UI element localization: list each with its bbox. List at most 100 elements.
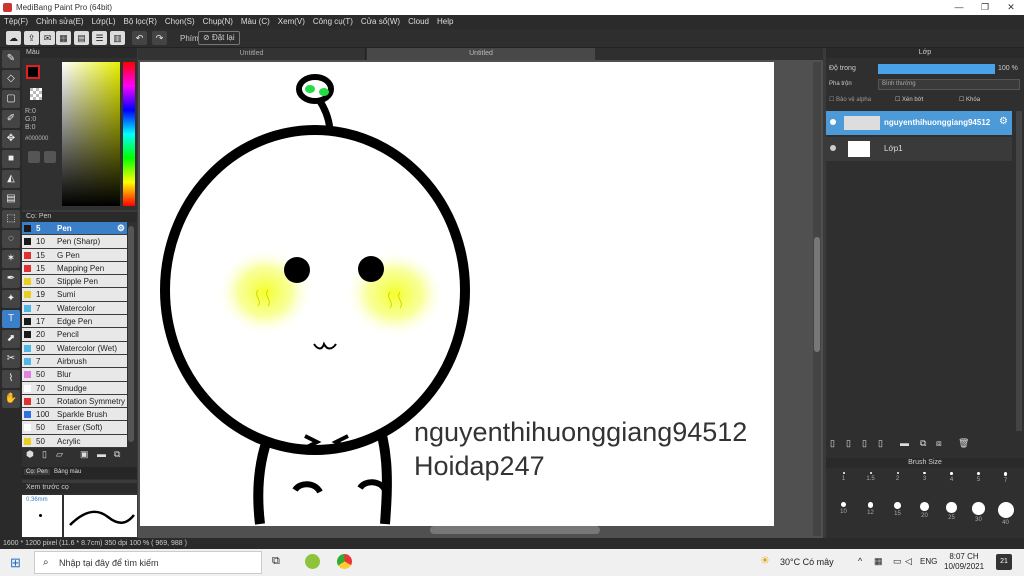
hue-slider[interactable] xyxy=(123,62,135,206)
layer-settings-icon[interactable]: ⚙ xyxy=(999,116,1008,127)
layers-icon[interactable]: ▤ xyxy=(74,31,89,45)
brush-item[interactable]: 50 Blur xyxy=(22,368,127,382)
import-brush-icon[interactable]: ▱ xyxy=(56,449,63,460)
brush-size-option[interactable]: 30 xyxy=(965,502,992,523)
brush-item[interactable]: 70 Smudge xyxy=(22,381,127,395)
list-icon[interactable]: ☰ xyxy=(92,31,107,45)
duplicate-brush-icon[interactable]: ⧉ xyxy=(114,449,120,460)
folder-brush-icon[interactable]: ▬ xyxy=(97,449,106,459)
background-color-swatch[interactable] xyxy=(30,88,42,100)
brush-item[interactable]: 15 Mapping Pen xyxy=(22,261,127,276)
menu-layer[interactable]: Lớp(L) xyxy=(88,15,120,28)
palette-icon[interactable] xyxy=(28,151,40,163)
brush-item[interactable]: 15 G Pen xyxy=(22,248,127,262)
menu-window[interactable]: Cửa sổ(W) xyxy=(357,15,404,28)
select-eraser-icon[interactable]: ✦ xyxy=(2,290,20,308)
share-icon[interactable]: ⇪ xyxy=(24,31,39,45)
protect-alpha-checkbox[interactable]: ☐ Bảo vệ alpha xyxy=(829,96,871,103)
menu-snap[interactable]: Chụp(N) xyxy=(199,15,237,28)
select-tool-icon[interactable]: ⬚ xyxy=(2,210,20,228)
layer-visibility-icon[interactable] xyxy=(830,119,836,125)
brush-item[interactable]: 7 Airbrush xyxy=(22,354,127,369)
brush-item[interactable]: 10 Pen (Sharp) xyxy=(22,235,127,249)
menu-edit[interactable]: Chỉnh sửa(E) xyxy=(32,15,88,28)
panel-icon[interactable]: ▥ xyxy=(110,31,125,45)
gradient-tool-icon[interactable]: ▤ xyxy=(2,190,20,208)
delete-layer-icon[interactable]: 🗑 xyxy=(958,438,969,449)
new-halftone-layer-icon[interactable]: ▯ xyxy=(846,438,851,449)
brush-item[interactable]: 19 Sumi xyxy=(22,288,127,302)
pen-tool-icon[interactable]: ✐ xyxy=(2,110,20,128)
rectangle-tool-icon[interactable]: ▢ xyxy=(2,90,20,108)
lasso-tool-icon[interactable]: ◌ xyxy=(2,230,20,248)
close-button[interactable]: ✕ xyxy=(998,0,1024,15)
reset-button[interactable]: ⊘ Đặt lại xyxy=(198,31,240,45)
layer-visibility-icon[interactable] xyxy=(830,145,836,151)
drawing-canvas[interactable]: nguyenthihuonggiang94512 Hoidap247 xyxy=(140,62,774,526)
duplicate-layer-icon[interactable]: ⧉ xyxy=(920,438,926,449)
move-tool-icon[interactable]: ✥ xyxy=(2,130,20,148)
speaker-icon[interactable]: ◁ xyxy=(905,556,912,567)
brush-item[interactable]: 10 Rotation Symmetry xyxy=(22,394,127,409)
brush-size-option[interactable]: 15 xyxy=(884,502,911,522)
maximize-button[interactable]: ❐ xyxy=(972,0,998,15)
language-indicator[interactable]: ENG xyxy=(920,557,937,566)
folder-icon[interactable]: ▬ xyxy=(900,438,909,448)
redo-icon[interactable]: ↷ xyxy=(152,31,167,45)
brush-size-option[interactable]: 3 xyxy=(911,472,938,492)
tab-brush[interactable]: Cọ: Pen xyxy=(24,469,50,475)
brush-size-option[interactable]: 7 xyxy=(992,472,1019,492)
menu-help[interactable]: Help xyxy=(433,15,457,28)
hand-tool-icon[interactable]: ✋ xyxy=(2,390,20,408)
blend-mode-select[interactable]: Bình thường xyxy=(878,79,1020,90)
brush-item[interactable]: 17 Edge Pen xyxy=(22,315,127,329)
battery-icon[interactable]: ▭ xyxy=(893,556,902,567)
add-brush-icon[interactable]: ⬢ xyxy=(26,449,34,460)
notification-button[interactable]: 21 xyxy=(996,554,1012,570)
minimize-button[interactable]: — xyxy=(946,0,972,15)
layer-scrollbar[interactable] xyxy=(1016,111,1022,431)
menu-view[interactable]: Xem(V) xyxy=(274,15,309,28)
new-layer-icon[interactable]: ▯ xyxy=(830,438,835,449)
vertical-scroll-thumb[interactable] xyxy=(814,237,820,352)
clock[interactable]: 8:07 CH 10/09/2021 xyxy=(944,552,984,572)
tray-chevron-icon[interactable]: ^ xyxy=(858,556,862,566)
eraser-tool-icon[interactable]: ◇ xyxy=(2,70,20,88)
menu-color[interactable]: Màu (C) xyxy=(237,15,274,28)
select-pen-icon[interactable]: ✒ xyxy=(2,270,20,288)
grid-icon[interactable]: ▦ xyxy=(56,31,71,45)
clip-checkbox[interactable]: ☐ Xén bớt xyxy=(895,96,923,103)
magic-wand-icon[interactable]: ✶ xyxy=(2,250,20,268)
brush-size-option[interactable]: 4 xyxy=(938,472,965,492)
brush-size-option[interactable]: 10 xyxy=(830,502,857,522)
comment-icon[interactable]: ✉ xyxy=(40,31,55,45)
opacity-slider[interactable] xyxy=(878,64,995,74)
foreground-color-swatch[interactable] xyxy=(26,65,40,79)
horizontal-scroll-thumb[interactable] xyxy=(430,526,600,534)
tab-untitled-2[interactable]: Untitled xyxy=(367,48,595,60)
lock-checkbox[interactable]: ☐ Khóa xyxy=(959,96,980,103)
text-tool-icon[interactable]: T xyxy=(2,310,20,328)
copy-brush-icon[interactable]: ▣ xyxy=(80,449,89,460)
cloud-icon[interactable]: ☁ xyxy=(6,31,21,45)
brush-size-option[interactable]: 1.5 xyxy=(857,472,884,492)
chrome-icon[interactable] xyxy=(337,554,352,569)
brush-size-option[interactable]: 12 xyxy=(857,502,884,522)
brush-item[interactable]: 50 Stipple Pen xyxy=(22,275,127,289)
vertical-scrollbar[interactable] xyxy=(813,62,821,536)
coc-coc-icon[interactable] xyxy=(305,554,320,569)
saturation-value-square[interactable] xyxy=(62,62,120,206)
brush-item[interactable]: 5 Pen ⚙ xyxy=(22,222,127,236)
eyedropper-tool-icon[interactable]: ⌇ xyxy=(2,370,20,388)
tab-untitled-1[interactable]: Untitled xyxy=(138,48,366,60)
brush-item[interactable]: 100 Sparkle Brush xyxy=(22,408,127,422)
fill-tool-icon[interactable]: ■ xyxy=(2,150,20,168)
brush-size-option[interactable]: 25 xyxy=(938,502,965,522)
divide-tool-icon[interactable]: ✂ xyxy=(2,350,20,368)
task-view-icon[interactable]: ⧉ xyxy=(272,555,280,568)
color-picker-icon[interactable] xyxy=(44,151,56,163)
bucket-tool-icon[interactable]: ◭ xyxy=(2,170,20,188)
windows-start-icon[interactable]: ⊞ xyxy=(10,555,21,571)
brush-settings-icon[interactable]: ⚙ xyxy=(117,222,125,235)
new-layer-1bit-icon[interactable]: ▯ xyxy=(878,438,883,449)
